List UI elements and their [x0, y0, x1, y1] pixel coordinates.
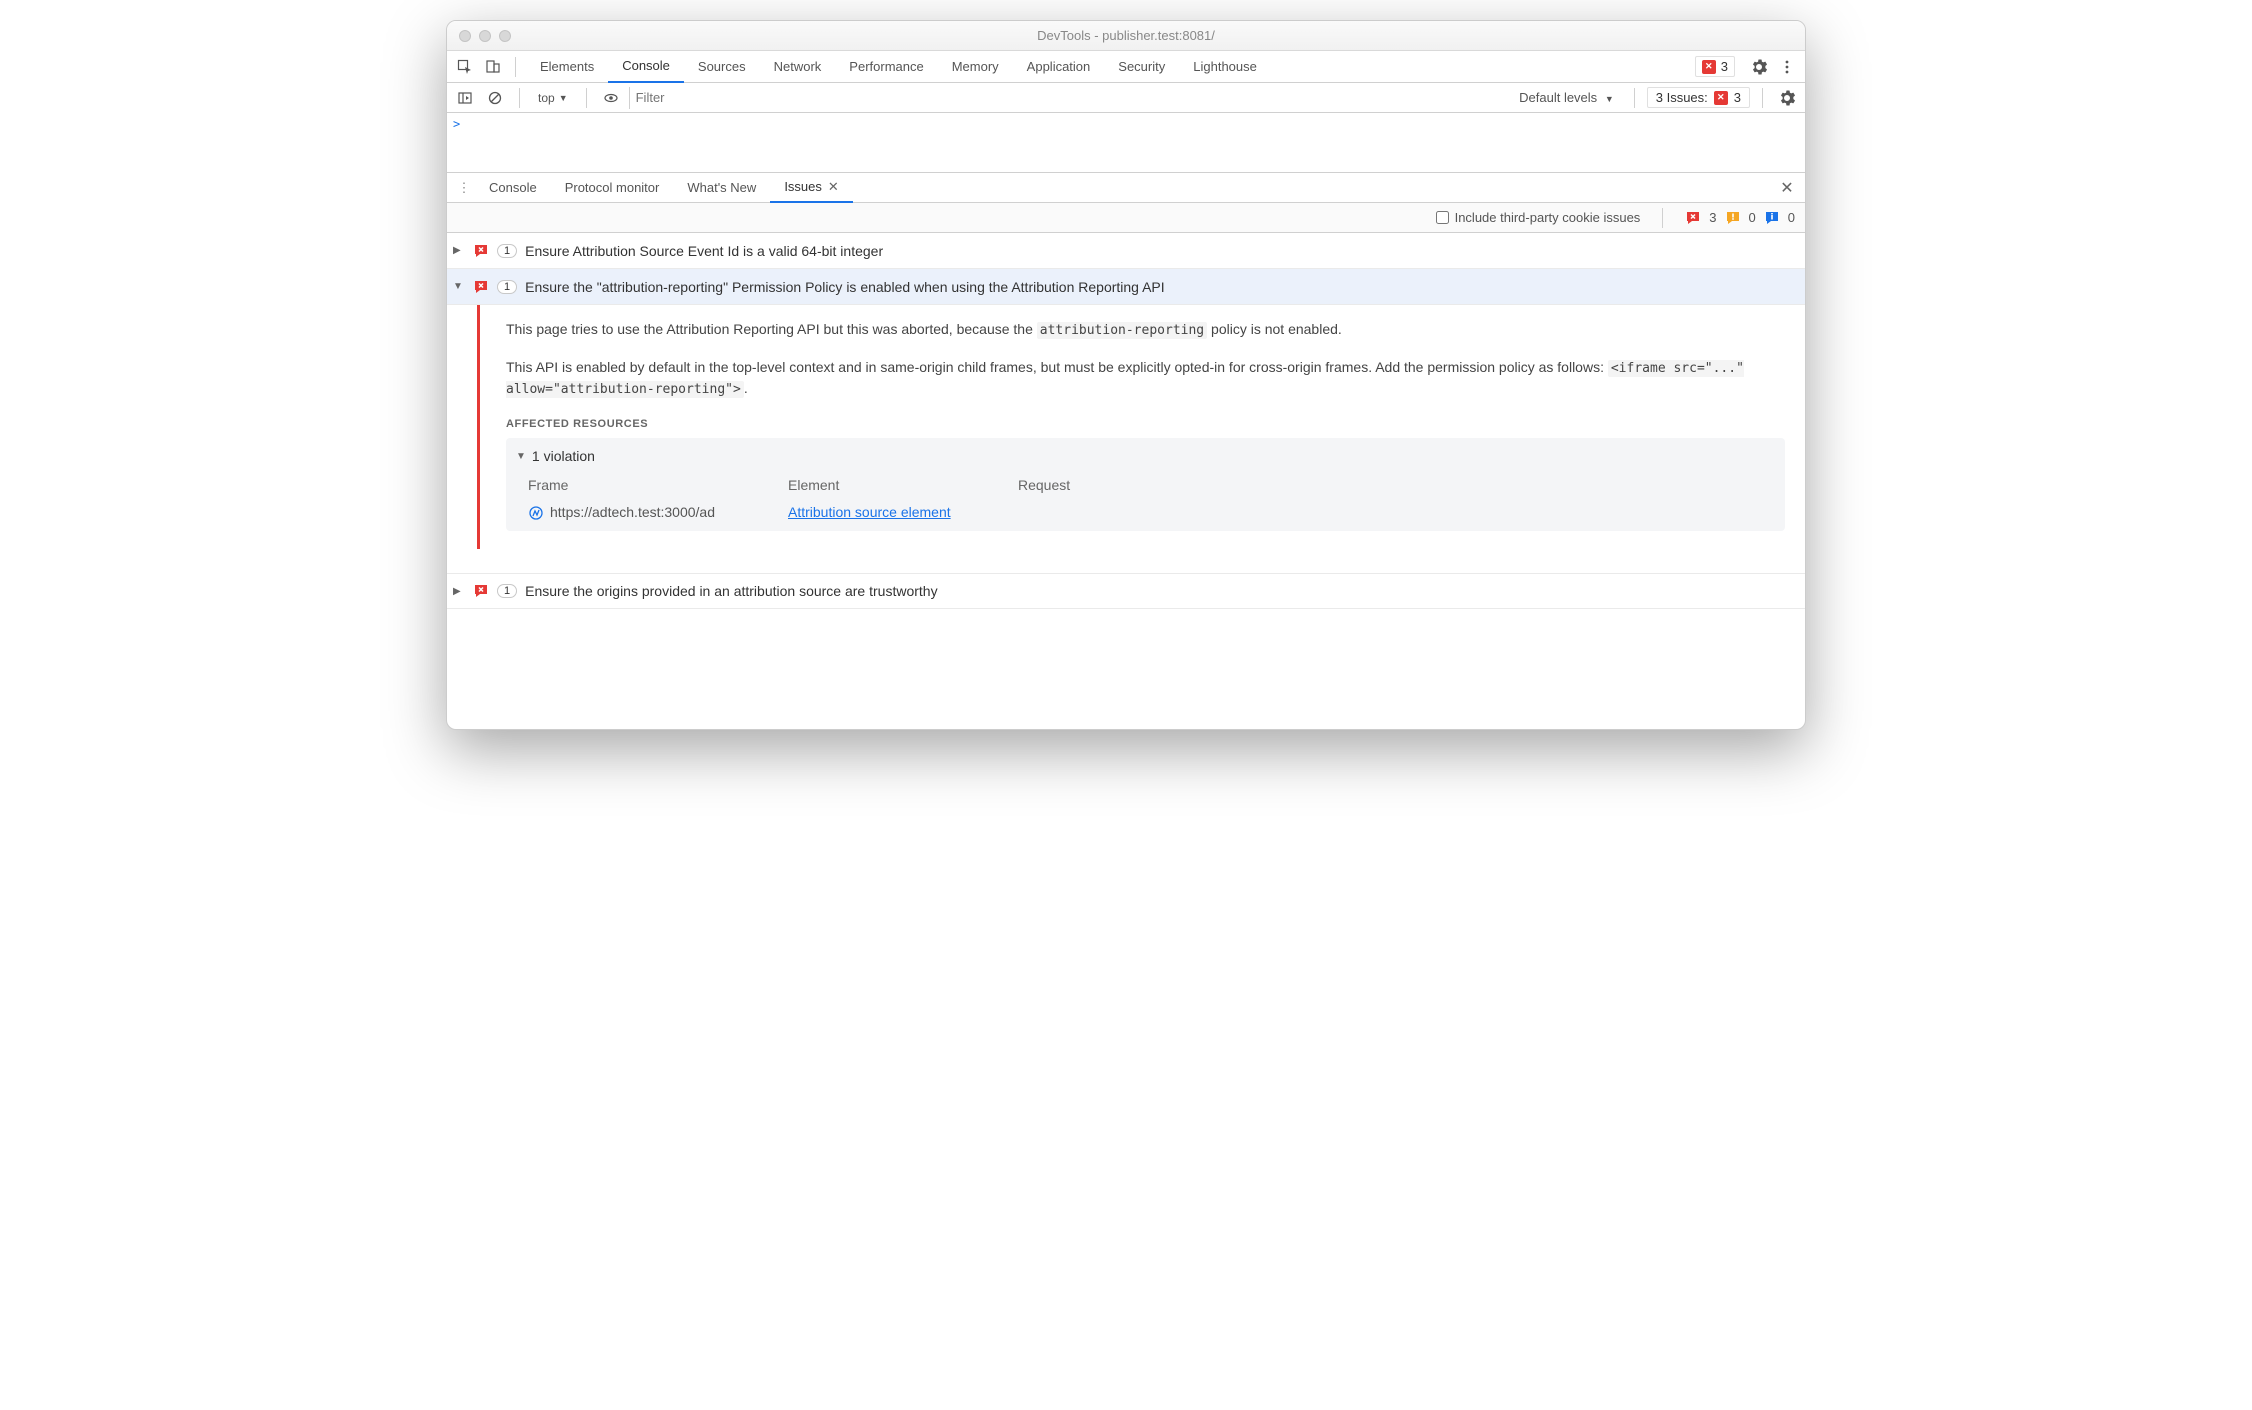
third-party-cookie-checkbox[interactable]: Include third-party cookie issues: [1436, 210, 1641, 225]
error-count-badge[interactable]: ✕ 3: [1695, 56, 1735, 77]
tab-network[interactable]: Network: [760, 51, 836, 83]
settings-icon[interactable]: [1747, 55, 1771, 79]
expand-icon: ▶: [453, 245, 465, 256]
console-output[interactable]: >: [447, 113, 1805, 173]
error-icon: ✕: [1714, 91, 1728, 105]
device-toolbar-icon[interactable]: [481, 55, 505, 79]
divider: [1634, 88, 1635, 108]
log-levels-selector[interactable]: Default levels ▼: [1511, 90, 1622, 105]
tab-lighthouse[interactable]: Lighthouse: [1179, 51, 1271, 83]
main-toolbar: Elements Console Sources Network Perform…: [447, 51, 1805, 83]
console-filter-input[interactable]: [629, 87, 1506, 109]
issue-title: Ensure the origins provided in an attrib…: [525, 583, 937, 599]
error-icon: [1685, 210, 1701, 226]
issues-label: 3 Issues:: [1656, 90, 1708, 105]
collapse-icon: ▼: [516, 449, 526, 464]
chevron-down-icon: ▼: [559, 93, 568, 103]
issue-count-badge: 1: [497, 584, 517, 598]
warning-count: 0: [1749, 210, 1756, 225]
title-bar: DevTools - publisher.test:8081/: [447, 21, 1805, 51]
drawer-tab-protocol-monitor[interactable]: Protocol monitor: [551, 173, 674, 203]
info-icon: [1764, 210, 1780, 226]
inspect-element-icon[interactable]: [453, 55, 477, 79]
devtools-window: DevTools - publisher.test:8081/ Elements…: [446, 20, 1806, 730]
issue-row[interactable]: ▼ 1 Ensure the "attribution-reporting" P…: [447, 269, 1805, 305]
tab-memory[interactable]: Memory: [938, 51, 1013, 83]
log-levels-label: Default levels: [1519, 90, 1597, 105]
violation-count-label: 1 violation: [532, 446, 595, 467]
tab-console[interactable]: Console: [608, 51, 684, 83]
tab-security[interactable]: Security: [1104, 51, 1179, 83]
warning-icon: [1725, 210, 1741, 226]
divider: [1762, 88, 1763, 108]
issue-count-badge: 1: [497, 244, 517, 258]
drawer-tabbar: ⋮ Console Protocol monitor What's New Is…: [447, 173, 1805, 203]
live-expression-icon[interactable]: [599, 86, 623, 110]
col-frame: Frame: [528, 475, 768, 496]
error-icon: [473, 243, 489, 259]
error-icon: [473, 279, 489, 295]
issue-description-1: This page tries to use the Attribution R…: [506, 319, 1785, 341]
kebab-menu-icon[interactable]: [1775, 55, 1799, 79]
tab-application[interactable]: Application: [1013, 51, 1105, 83]
issues-indicator[interactable]: 3 Issues: ✕ 3: [1647, 87, 1750, 108]
chevron-down-icon: ▼: [1605, 94, 1614, 104]
close-drawer-icon[interactable]: ✕: [1775, 178, 1799, 198]
element-link[interactable]: Attribution source element: [788, 502, 998, 523]
divider: [586, 88, 587, 108]
empty-area: [447, 609, 1805, 729]
issue-count-badge: 1: [497, 280, 517, 294]
tab-sources[interactable]: Sources: [684, 51, 760, 83]
frame-icon: [528, 505, 544, 521]
collapse-icon: ▼: [453, 281, 465, 292]
error-count: 3: [1709, 210, 1716, 225]
drawer-tab-issues[interactable]: Issues ✕: [770, 173, 852, 203]
error-icon: ✕: [1702, 60, 1716, 74]
affected-grid: Frame Element Request https://adtech.tes…: [516, 475, 1775, 523]
error-icon: [473, 583, 489, 599]
code-snippet: attribution-reporting: [1037, 322, 1207, 339]
issue-title: Ensure Attribution Source Event Id is a …: [525, 243, 883, 259]
affected-resources-heading: AFFECTED RESOURCES: [506, 416, 1785, 433]
drawer-kebab-icon[interactable]: ⋮: [453, 180, 475, 196]
issue-row[interactable]: ▶ 1 Ensure Attribution Source Event Id i…: [447, 233, 1805, 269]
col-element: Element: [788, 475, 998, 496]
issue-description-2: This API is enabled by default in the to…: [506, 357, 1785, 400]
issue-details: This page tries to use the Attribution R…: [477, 305, 1805, 549]
frame-url: https://adtech.test:3000/ad: [550, 502, 715, 523]
violation-toggle[interactable]: ▼ 1 violation: [516, 446, 1775, 467]
frame-cell[interactable]: https://adtech.test:3000/ad: [528, 502, 768, 523]
issues-count: 3: [1734, 90, 1741, 105]
affected-resources-panel: ▼ 1 violation Frame Element Request http…: [506, 438, 1785, 531]
info-count: 0: [1788, 210, 1795, 225]
issue-counts: 3 0 0: [1685, 210, 1795, 226]
sidebar-toggle-icon[interactable]: [453, 86, 477, 110]
console-prompt: >: [453, 117, 460, 131]
drawer-tab-whats-new[interactable]: What's New: [673, 173, 770, 203]
issue-row[interactable]: ▶ 1 Ensure the origins provided in an at…: [447, 573, 1805, 609]
col-request: Request: [1018, 475, 1775, 496]
checkbox-label: Include third-party cookie issues: [1455, 210, 1641, 225]
divider: [1662, 208, 1663, 228]
issue-title: Ensure the "attribution-reporting" Permi…: [525, 279, 1165, 295]
request-cell: [1018, 502, 1775, 523]
context-label: top: [538, 91, 555, 105]
close-tab-icon[interactable]: ✕: [828, 179, 839, 195]
divider: [515, 57, 516, 77]
drawer-tab-console[interactable]: Console: [475, 173, 551, 203]
issues-toolbar: Include third-party cookie issues 3 0 0: [447, 203, 1805, 233]
tab-elements[interactable]: Elements: [526, 51, 608, 83]
window-title: DevTools - publisher.test:8081/: [447, 28, 1805, 43]
drawer-tab-issues-label: Issues: [784, 179, 822, 194]
clear-console-icon[interactable]: [483, 86, 507, 110]
panel-tabs: Elements Console Sources Network Perform…: [526, 51, 1271, 83]
expand-icon: ▶: [453, 586, 465, 597]
tab-performance[interactable]: Performance: [835, 51, 937, 83]
error-count: 3: [1721, 59, 1728, 74]
context-selector[interactable]: top ▼: [532, 91, 574, 105]
console-toolbar: top ▼ Default levels ▼ 3 Issues: ✕ 3: [447, 83, 1805, 113]
divider: [519, 88, 520, 108]
console-settings-icon[interactable]: [1775, 86, 1799, 110]
checkbox-input[interactable]: [1436, 211, 1449, 224]
